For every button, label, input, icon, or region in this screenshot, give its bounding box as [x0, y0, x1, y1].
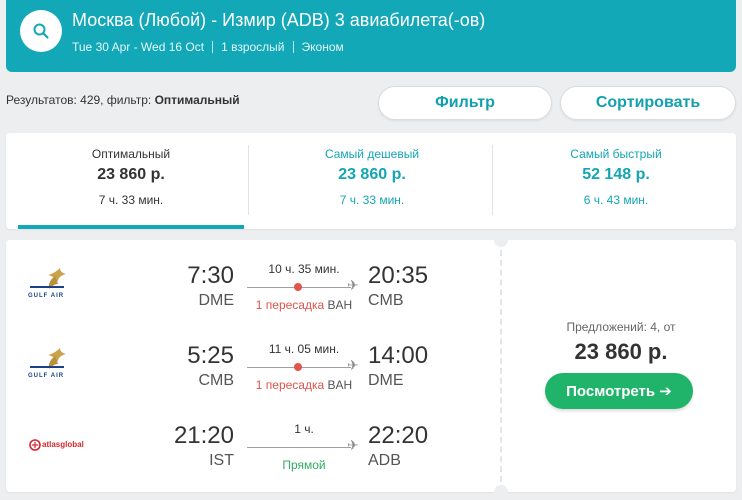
tab-cheapest[interactable]: Самый дешевый 23 860 р. 7 ч. 33 мин. — [254, 133, 490, 229]
stops-count: 1 пересадка — [255, 298, 325, 312]
active-filter: Оптимальный — [154, 93, 240, 107]
flight-leg: atlasglobal 21:20 IST 1 ч. ✈ Прямой 22:2… — [6, 418, 496, 478]
active-tab-indicator — [18, 225, 244, 229]
tab-label: Самый быстрый — [570, 147, 662, 161]
tab-price: 52 148 р. — [582, 166, 650, 183]
arrival-time: 22:20 — [368, 422, 429, 449]
tab-label: Самый дешевый — [324, 147, 420, 161]
stops-info: 1 пересадка BAH — [236, 298, 372, 312]
atlasglobal-logo-icon: atlasglobal — [22, 424, 84, 468]
search-header[interactable]: Москва (Любой) - Измир (ADB) 3 авиабилет… — [6, 0, 736, 72]
stop-airport: BAH — [327, 378, 353, 392]
flight-duration: 10 ч. 35 мин. — [268, 262, 340, 276]
airplane-icon: ✈ — [347, 357, 359, 373]
airplane-icon: ✈ — [347, 437, 359, 453]
tab-price: 23 860 р. — [97, 166, 165, 183]
search-icon — [33, 23, 49, 39]
flight-duration: 1 ч. — [294, 422, 314, 436]
departure-time: 7:30 — [187, 262, 234, 289]
passenger-count: 1 взрослый — [221, 40, 285, 54]
airline-logo-text: GULF AIR — [28, 373, 65, 379]
arrival-airport: DME — [368, 372, 404, 389]
results-summary: Результатов: 429, фильтр: Оптимальный — [6, 93, 240, 107]
tab-duration: 7 ч. 33 мин. — [98, 193, 164, 207]
departure-airport: DME — [198, 292, 234, 309]
flight-leg: GULF AIR 7:30 DME 10 ч. 35 мин. ✈ 1 пере… — [6, 258, 496, 318]
search-params: Tue 30 Apr - Wed 16 Oct 1 взрослый Эконо… — [72, 40, 344, 54]
stops-info: Прямой — [236, 458, 372, 472]
offers-count: Предложений: 4, от — [566, 320, 676, 334]
arrival-time: 20:35 — [368, 262, 429, 289]
arrival-airport: CMB — [368, 292, 404, 309]
divider — [492, 145, 493, 215]
departure-airport: IST — [209, 452, 234, 469]
arrival-airport: ADB — [368, 452, 401, 469]
cabin-class: Эконом — [301, 40, 344, 54]
direct-flight-label: Прямой — [282, 458, 326, 472]
stops-info: 1 пересадка BAH — [236, 378, 372, 392]
ticket-card[interactable]: GULF AIR 7:30 DME 10 ч. 35 мин. ✈ 1 пере… — [6, 233, 736, 499]
divider — [292, 41, 294, 53]
stop-airport: BAH — [327, 298, 353, 312]
airline-logo-text: atlasglobal — [42, 440, 84, 449]
flight-leg: GULF AIR 5:25 CMB 11 ч. 05 мин. ✈ 1 пере… — [6, 338, 496, 398]
ticket-notch — [494, 233, 508, 247]
filter-button[interactable]: Фильтр — [378, 86, 552, 120]
stop-dot-icon — [294, 283, 302, 291]
tab-fastest[interactable]: Самый быстрый 52 148 р. 6 ч. 43 мин. — [496, 133, 736, 229]
tab-price: 23 860 р. — [338, 166, 406, 183]
route-title: Москва (Любой) - Измир (ADB) 3 авиабилет… — [72, 10, 486, 30]
ticket-notch — [494, 485, 508, 499]
airline-logo-text: GULF AIR — [28, 293, 65, 299]
departure-airport: CMB — [198, 372, 234, 389]
ticket-price: 23 860 р. — [574, 339, 668, 364]
airplane-icon: ✈ — [347, 277, 359, 293]
results-count: Результатов: 429, фильтр: — [6, 93, 155, 107]
flight-duration: 11 ч. 05 мин. — [268, 342, 340, 356]
tab-duration: 7 ч. 33 мин. — [339, 193, 405, 207]
divider — [248, 145, 249, 215]
arrival-time: 14:00 — [368, 342, 429, 369]
tab-label: Оптимальный — [91, 147, 171, 161]
stops-count: 1 пересадка — [255, 378, 325, 392]
divider — [212, 41, 214, 53]
tab-optimal[interactable]: Оптимальный 23 860 р. 7 ч. 33 мин. — [18, 133, 244, 229]
departure-time: 21:20 — [173, 422, 234, 449]
search-button[interactable] — [20, 10, 62, 52]
sort-tabs: Оптимальный 23 860 р. 7 ч. 33 мин. Самый… — [6, 133, 736, 229]
gulf-air-logo-icon: GULF AIR — [22, 264, 84, 308]
view-offer-button[interactable]: Посмотреть ➔ — [545, 373, 693, 409]
route-line — [247, 447, 351, 448]
travel-dates: Tue 30 Apr - Wed 16 Oct — [72, 40, 205, 54]
ticket-perforation — [500, 250, 502, 482]
gulf-air-logo-icon: GULF AIR — [22, 344, 84, 388]
sort-button[interactable]: Сортировать — [560, 86, 736, 120]
stop-dot-icon — [294, 363, 302, 371]
departure-time: 5:25 — [187, 342, 234, 369]
tab-duration: 6 ч. 43 мин. — [583, 193, 649, 207]
